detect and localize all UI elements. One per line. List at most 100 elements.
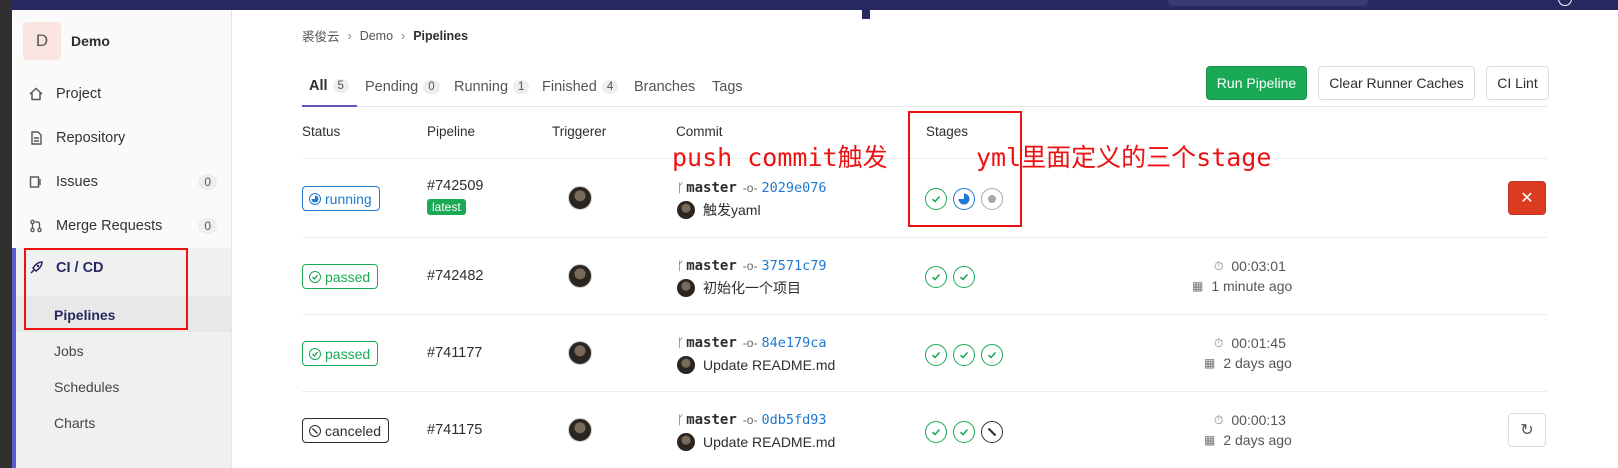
finished-time: 2 days ago [1223, 355, 1292, 371]
stage-success-icon[interactable] [953, 421, 975, 443]
active-indicator [862, 0, 870, 19]
pipeline-id[interactable]: #741175 [427, 422, 482, 438]
commit-message[interactable]: Update README.md [703, 434, 835, 450]
branch-icon: ᚴ [677, 336, 685, 350]
divider [302, 314, 1547, 315]
run-pipeline-button[interactable]: Run Pipeline [1206, 66, 1307, 100]
timer-icon: ⏱ [1214, 258, 1224, 273]
stage-success-icon[interactable] [925, 266, 947, 288]
divider [302, 237, 1547, 238]
status-badge[interactable]: passed [302, 264, 379, 289]
search-bar[interactable] [1168, 0, 1368, 6]
breadcrumb-project[interactable]: Demo [360, 29, 393, 43]
status-badge[interactable]: passed [302, 341, 379, 366]
sidebar-item-merge-requests[interactable]: Merge Requests 0 [12, 206, 231, 246]
branch-name[interactable]: master [686, 412, 737, 428]
commit-cell: ᚴ master -o- 2029e076 触发yaml [677, 178, 826, 221]
stage-success-icon[interactable] [953, 266, 975, 288]
stage-success-icon[interactable] [981, 344, 1003, 366]
stage-success-icon[interactable] [925, 421, 947, 443]
status-badge[interactable]: canceled [302, 418, 390, 443]
header-commit: Commit [676, 124, 723, 139]
commit-message[interactable]: 初始化一个项目 [703, 278, 801, 298]
timing-cell: ⏱ 00:01:45 ▦ 2 days ago [1204, 333, 1292, 373]
tab-label: Running [454, 78, 509, 95]
tab-pending[interactable]: Pending 0 [365, 66, 440, 107]
sidebar-subitem-jobs[interactable]: Jobs [54, 343, 84, 359]
home-icon [28, 86, 44, 102]
annotation-stage-note: yml里面定义的三个stage [976, 143, 1272, 172]
commit-icon: -o- [742, 259, 758, 273]
tab-label: Pending [365, 78, 419, 95]
stage-canceled-icon[interactable] [981, 421, 1003, 443]
project-header[interactable]: D Demo [23, 22, 110, 60]
finished-time: 1 minute ago [1211, 278, 1293, 294]
duration: 00:03:01 [1231, 258, 1286, 274]
breadcrumb-current[interactable]: Pipelines [413, 29, 468, 43]
stage-success-icon[interactable] [953, 344, 975, 366]
stage-success-icon[interactable] [925, 344, 947, 366]
branch-name[interactable]: master [686, 180, 737, 196]
commit-icon: -o- [742, 336, 758, 350]
branch-name[interactable]: master [686, 258, 737, 274]
retry-pipeline-button[interactable]: ↻ [1508, 413, 1546, 447]
breadcrumb: 裘俊云 › Demo › Pipelines [302, 26, 468, 45]
avatar[interactable] [568, 186, 592, 210]
sidebar-subitem-schedules[interactable]: Schedules [54, 379, 119, 395]
sidebar-subitem-charts[interactable]: Charts [54, 415, 95, 431]
tab-all[interactable]: All 5 [302, 66, 357, 107]
tab-branches[interactable]: Branches [634, 66, 695, 107]
breadcrumb-group[interactable]: 裘俊云 [302, 26, 340, 45]
cancel-pipeline-button[interactable]: ✕ [1508, 181, 1546, 215]
project-name: Demo [71, 33, 110, 49]
commit-cell: ᚴ master -o- 84e179ca Update README.md [677, 333, 835, 376]
status-badge[interactable]: running [302, 186, 380, 211]
sidebar-item-label: Project [56, 86, 102, 102]
merge-request-icon [28, 218, 44, 234]
doc-icon [28, 130, 44, 146]
window-edge [0, 0, 12, 468]
sidebar-item-issues[interactable]: Issues 0 [12, 162, 231, 202]
branch-name[interactable]: master [686, 335, 737, 351]
ci-lint-button[interactable]: CI Lint [1486, 66, 1549, 100]
annotation-commit-note: push commit触发 [672, 143, 888, 172]
sidebar-item-repository[interactable]: Repository [12, 118, 231, 158]
tab-tags[interactable]: Tags [712, 66, 743, 107]
sidebar: D Demo Project Repository Issues 0 Merge… [12, 10, 232, 468]
tab-finished[interactable]: Finished 4 [542, 66, 619, 107]
commit-sha[interactable]: 84e179ca [761, 335, 826, 351]
calendar-icon: ▦ [1192, 279, 1204, 293]
avatar[interactable] [568, 264, 592, 288]
help-icon[interactable] [1558, 0, 1572, 6]
commit-sha[interactable]: 0db5fd93 [761, 412, 826, 428]
avatar [677, 356, 695, 374]
avatar [677, 279, 695, 297]
duration: 00:00:13 [1231, 412, 1286, 428]
status-label: passed [325, 345, 371, 362]
commit-message[interactable]: 触发yaml [703, 200, 761, 220]
latest-badge: latest [427, 199, 466, 215]
tab-label: Tags [712, 78, 743, 95]
status-label: canceled [325, 422, 382, 439]
tab-running[interactable]: Running 1 [454, 66, 530, 107]
tab-count: 4 [601, 79, 619, 94]
sidebar-item-label: Repository [56, 130, 126, 146]
sidebar-item-project[interactable]: Project [12, 74, 231, 114]
timer-icon: ⏱ [1214, 412, 1224, 427]
timing-cell: ⏱ 00:00:13 ▦ 2 days ago [1204, 410, 1292, 450]
pipeline-id[interactable]: #742482 [427, 268, 483, 284]
pipeline-id[interactable]: #742509 [427, 178, 483, 194]
project-avatar: D [23, 22, 61, 60]
clear-runner-caches-button[interactable]: Clear Runner Caches [1318, 66, 1475, 100]
pipeline-id[interactable]: #741177 [427, 345, 482, 361]
commit-message[interactable]: Update README.md [703, 357, 835, 373]
annotation-box-cicd [24, 248, 188, 330]
commit-sha[interactable]: 2029e076 [761, 180, 826, 196]
issues-count-badge: 0 [198, 174, 217, 190]
commit-sha[interactable]: 37571c79 [761, 258, 826, 274]
tab-label: Finished [542, 78, 597, 95]
avatar[interactable] [568, 418, 592, 442]
commit-cell: ᚴ master -o- 0db5fd93 Update README.md [677, 410, 835, 453]
avatar[interactable] [568, 341, 592, 365]
header-pipeline: Pipeline [427, 124, 476, 139]
